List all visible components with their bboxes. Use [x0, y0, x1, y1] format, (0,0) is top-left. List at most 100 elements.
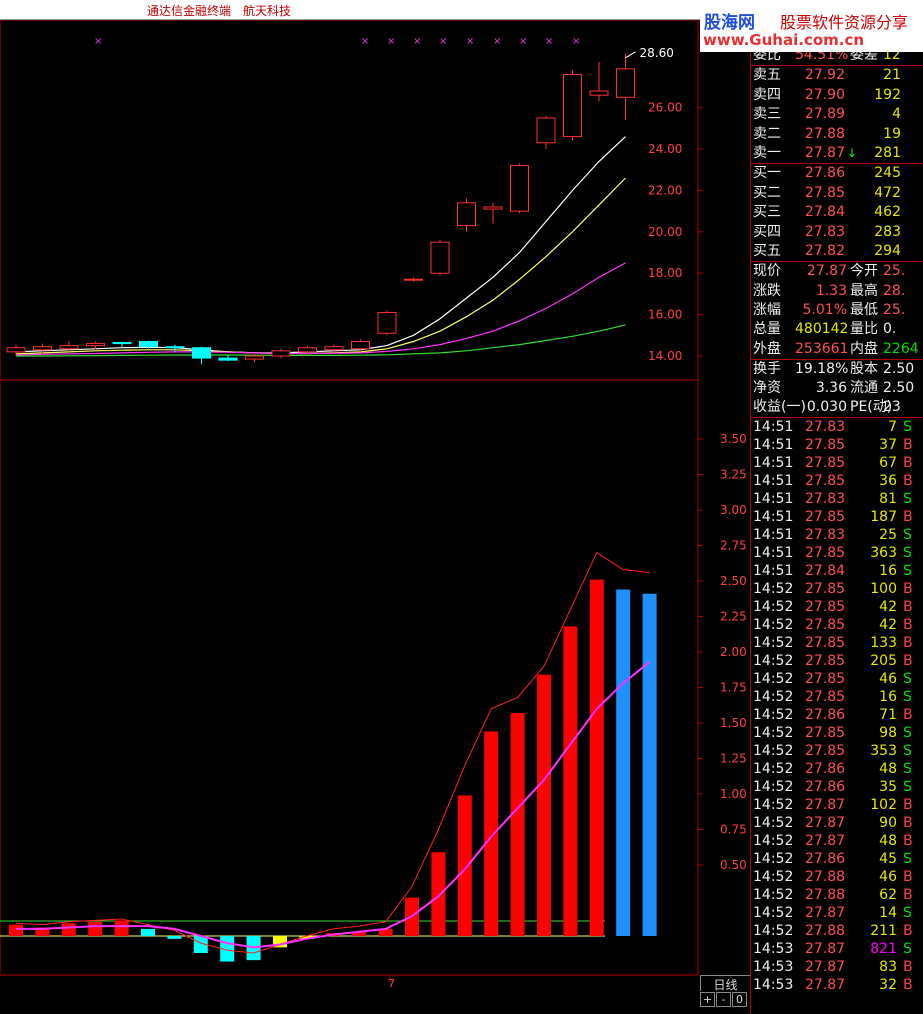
- tick-row[interactable]: 14:52 27.85 100 B: [751, 580, 923, 598]
- candle-body: [430, 241, 450, 274]
- tick-volume: 71: [879, 707, 897, 724]
- quote-value: 3.36: [815, 379, 847, 396]
- bid-label: 买三: [753, 204, 781, 221]
- tick-row[interactable]: 14:51 27.83 81 S: [751, 490, 923, 508]
- zoom-out-button[interactable]: -: [716, 992, 731, 1007]
- tick-row[interactable]: 14:51 27.84 16 S: [751, 562, 923, 580]
- chart-area[interactable]: 26.00 24.00 22.00 20.00 18.00 16.00 14.00 × × × × ×…: [0, 20, 750, 1014]
- tick-row[interactable]: 14:52 27.85 42 B: [751, 616, 923, 634]
- tick-row[interactable]: 14:52 27.87 48 B: [751, 832, 923, 850]
- tick-row[interactable]: 14:51 27.85 36 B: [751, 472, 923, 490]
- ask-row[interactable]: 卖四 27.90 192: [751, 86, 923, 105]
- watermark-url: www.Guhai.com.cn: [703, 31, 865, 49]
- bid-row[interactable]: 买四 27.83 283: [751, 223, 923, 242]
- tick-row[interactable]: 14:51 27.85 37 B: [751, 436, 923, 454]
- tick-direction: B: [903, 815, 913, 832]
- bid-row[interactable]: 买五 27.82 294: [751, 242, 923, 261]
- tick-direction: S: [903, 941, 912, 958]
- indicator-bar: [589, 579, 604, 936]
- tick-row[interactable]: 14:52 27.85 205 B: [751, 652, 923, 670]
- tick-direction: B: [903, 869, 913, 886]
- zoom-in-button[interactable]: +: [700, 992, 715, 1007]
- tick-price: 27.87: [805, 833, 846, 850]
- tick-price: 27.85: [805, 671, 846, 688]
- tick-price: 27.85: [805, 689, 846, 706]
- quote-value-2: 28.: [883, 282, 906, 299]
- tick-row[interactable]: 14:52 27.87 14 S: [751, 904, 923, 922]
- tick-price: 27.88: [805, 869, 846, 886]
- ind-ytick-label: 2.50: [720, 574, 747, 588]
- tick-row[interactable]: 14:51 27.83 7 S: [751, 418, 923, 436]
- tick-time: 14:52: [753, 797, 794, 814]
- tick-row[interactable]: 14:51 27.83 25 S: [751, 526, 923, 544]
- tick-row[interactable]: 14:52 27.85 353 S: [751, 742, 923, 760]
- tick-row[interactable]: 14:52 27.85 98 S: [751, 724, 923, 742]
- quote-label: 涨跌: [753, 282, 781, 299]
- tick-row[interactable]: 14:52 27.87 102 B: [751, 796, 923, 814]
- tick-row[interactable]: 14:52 27.86 71 B: [751, 706, 923, 724]
- signal-marker: ×: [413, 36, 421, 47]
- tick-volume: 14: [879, 905, 897, 922]
- tick-row[interactable]: 14:53 27.87 83 B: [751, 958, 923, 976]
- ask-row[interactable]: 卖二 27.88 19: [751, 125, 923, 144]
- tick-volume: 102: [870, 797, 897, 814]
- tick-price: 27.83: [805, 491, 846, 508]
- tick-row[interactable]: 14:52 27.85 42 B: [751, 598, 923, 616]
- tick-row[interactable]: 14:51 27.85 187 B: [751, 508, 923, 526]
- quote-label-2: 股本: [850, 361, 878, 378]
- ask-volume: 19: [883, 125, 901, 142]
- tick-row[interactable]: 14:53 27.87 32 B: [751, 976, 923, 994]
- tick-row[interactable]: 14:53 27.87 821 S: [751, 940, 923, 958]
- tick-row[interactable]: 14:52 27.86 48 S: [751, 760, 923, 778]
- tick-volume: 35: [879, 779, 897, 796]
- tick-row[interactable]: 14:52 27.88 46 B: [751, 868, 923, 886]
- bid-row[interactable]: 买三 27.84 462: [751, 203, 923, 222]
- bid-row[interactable]: 买一 27.86 245: [751, 164, 923, 183]
- tick-time: 14:52: [753, 707, 794, 724]
- quote-value-2: 0.: [883, 321, 897, 338]
- tick-volume: 16: [879, 689, 897, 706]
- period-selector[interactable]: 日线: [700, 975, 750, 992]
- ask-row[interactable]: 卖一 27.87 ↓ 281: [751, 144, 923, 163]
- zoom-reset-button[interactable]: 0: [732, 992, 747, 1007]
- tick-row[interactable]: 14:52 27.85 133 B: [751, 634, 923, 652]
- tick-direction: B: [903, 887, 913, 904]
- tick-list[interactable]: 14:51 27.83 7 S 14:51 27.85 37 B 14:51 27.85 67 B 14…: [751, 417, 923, 994]
- candle-body: [324, 346, 344, 351]
- ask-row[interactable]: 卖三 27.89 4: [751, 105, 923, 124]
- tick-row[interactable]: 14:52 27.85 16 S: [751, 688, 923, 706]
- tick-direction: B: [903, 473, 913, 490]
- tick-price: 27.85: [805, 473, 846, 490]
- tick-price: 27.84: [805, 563, 846, 580]
- tick-direction: B: [903, 437, 913, 454]
- indicator-bar: [9, 924, 23, 936]
- tick-price: 27.85: [805, 545, 846, 562]
- main-ytick-label: 18.00: [648, 266, 682, 280]
- tick-direction: S: [903, 761, 912, 778]
- tick-row[interactable]: 14:52 27.87 90 B: [751, 814, 923, 832]
- tick-row[interactable]: 14:52 27.86 35 S: [751, 778, 923, 796]
- bid-row[interactable]: 买二 27.85 472: [751, 184, 923, 203]
- tick-direction: B: [903, 959, 913, 976]
- tick-price: 27.87: [805, 905, 846, 922]
- tick-direction: S: [903, 689, 912, 706]
- tick-row[interactable]: 14:52 27.86 45 S: [751, 850, 923, 868]
- tick-volume: 90: [879, 815, 897, 832]
- tick-direction: B: [903, 635, 913, 652]
- quote-value: 480142: [795, 321, 849, 338]
- tick-price: 27.83: [805, 527, 846, 544]
- ask-volume: 192: [874, 86, 901, 103]
- tick-volume: 32: [879, 977, 897, 994]
- tick-row[interactable]: 14:52 27.88 62 B: [751, 886, 923, 904]
- ask-row[interactable]: 卖五 27.92 21: [751, 66, 923, 85]
- main-ytick-label: 22.00: [648, 183, 682, 197]
- tick-row[interactable]: 14:52 27.85 46 S: [751, 670, 923, 688]
- quote-row: 净资 3.36 流通 2.50: [751, 379, 923, 398]
- quote-value: 5.01%: [802, 302, 847, 319]
- tick-row[interactable]: 14:51 27.85 67 B: [751, 454, 923, 472]
- ask-price: 27.88: [804, 125, 845, 142]
- tick-row[interactable]: 14:51 27.85 363 S: [751, 544, 923, 562]
- quote-label: 净资: [753, 379, 781, 396]
- tick-price: 27.88: [805, 923, 846, 940]
- tick-row[interactable]: 14:52 27.88 211 B: [751, 922, 923, 940]
